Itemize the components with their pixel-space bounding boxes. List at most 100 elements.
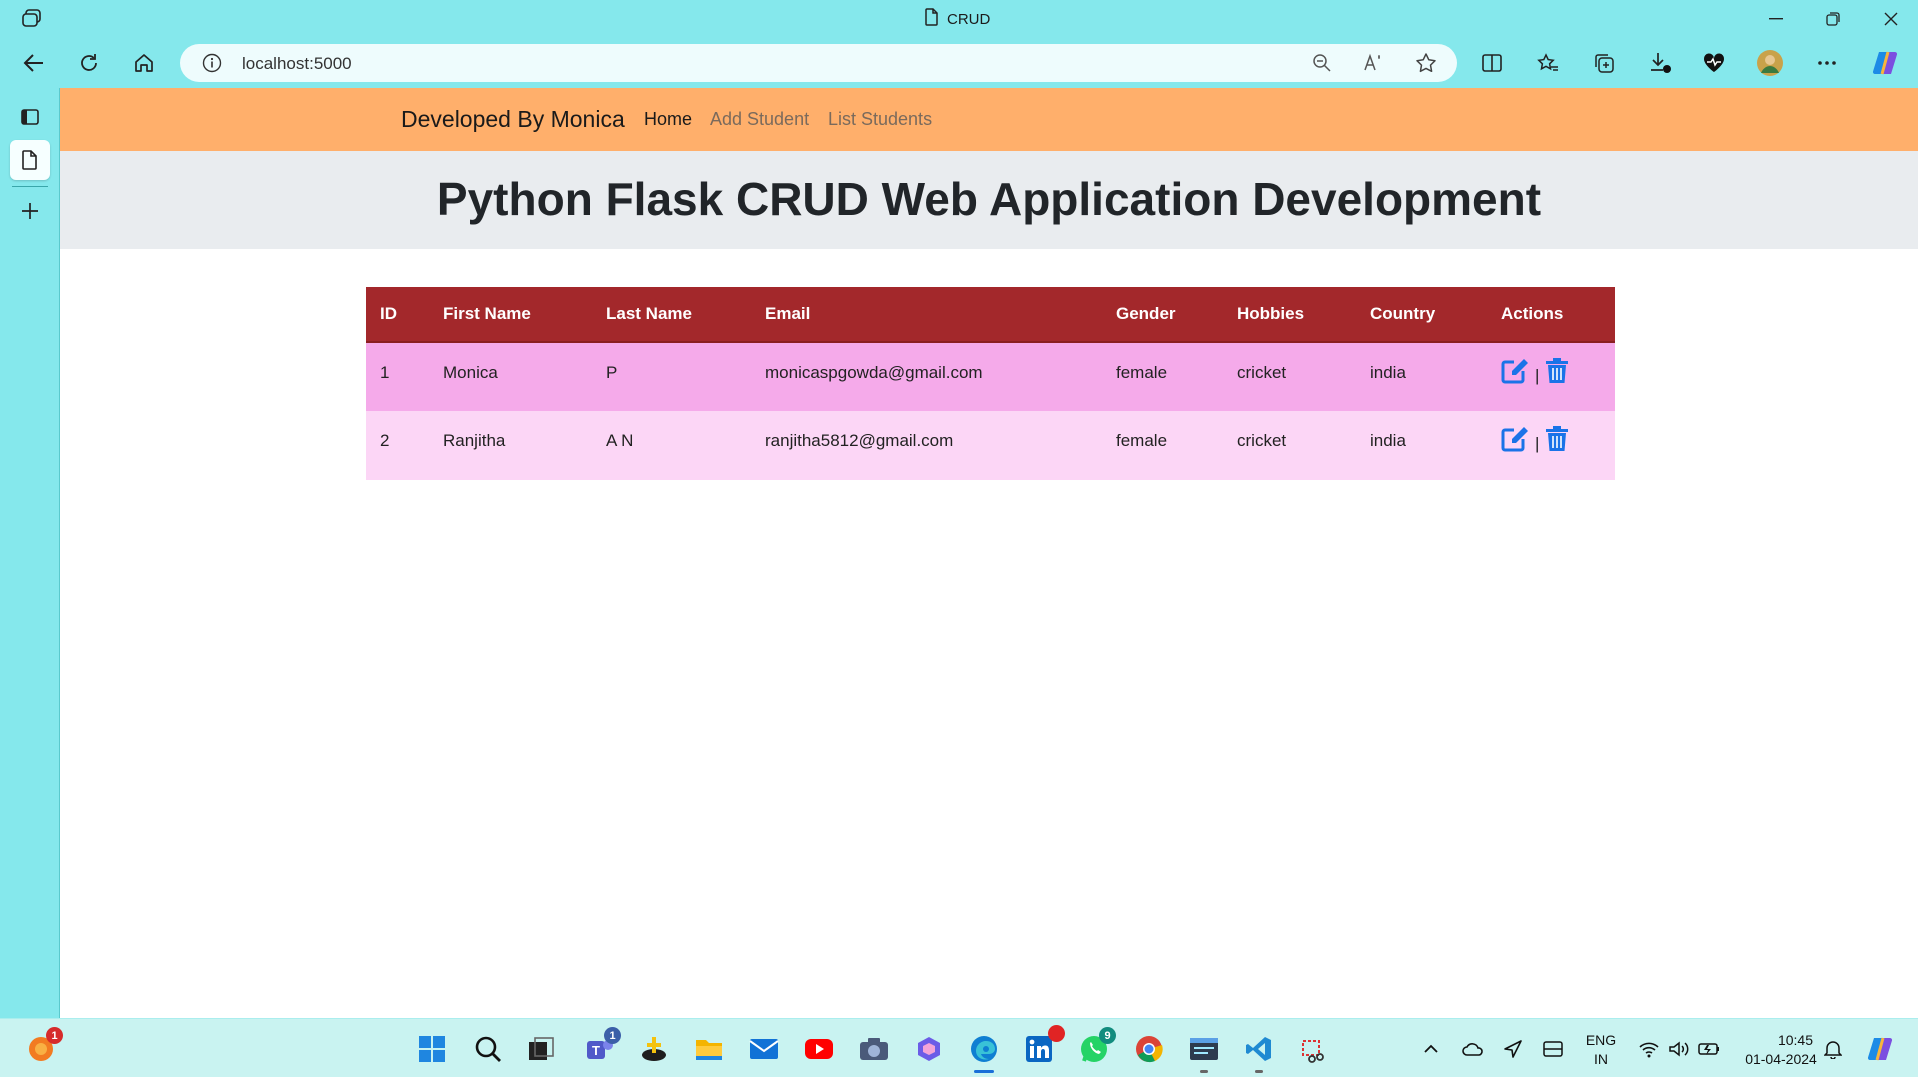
split-screen-icon[interactable] — [1477, 49, 1507, 77]
cell-email: ranjitha5812@gmail.com — [751, 411, 1102, 480]
snipping-tool-icon[interactable] — [1296, 1031, 1332, 1067]
location-icon[interactable] — [1498, 1031, 1528, 1067]
copilot-pre-icon[interactable] — [1862, 1031, 1898, 1067]
onedrive-icon[interactable] — [1458, 1031, 1488, 1067]
back-icon[interactable] — [16, 46, 52, 80]
notification-badge: 9 — [1099, 1027, 1116, 1044]
nav-link-list-students[interactable]: List Students — [828, 109, 932, 130]
cell-hobbies: cricket — [1223, 342, 1356, 411]
new-tab-icon[interactable] — [10, 191, 50, 231]
more-icon[interactable] — [1812, 49, 1842, 77]
running-indicator — [1200, 1070, 1208, 1073]
notifications-bell-icon[interactable] — [1818, 1031, 1848, 1067]
zoom-out-icon[interactable] — [1310, 52, 1334, 74]
terminal-icon[interactable] — [1186, 1031, 1222, 1073]
task-view-icon[interactable] — [523, 1031, 559, 1067]
keyboard-layout-icon[interactable] — [1538, 1031, 1568, 1067]
taskbar: 1 T 1 9 ENG IN 10:45 01-04-2024 — [0, 1018, 1918, 1077]
favorite-star-icon[interactable] — [1414, 52, 1438, 74]
nav-link-home[interactable]: Home — [644, 109, 692, 130]
notification-badge: 1 — [46, 1027, 63, 1044]
restore-icon[interactable] — [1813, 4, 1853, 34]
teams-icon[interactable]: T 1 — [581, 1027, 621, 1067]
navbar-brand[interactable]: Developed By Monica — [401, 106, 625, 133]
windows-start-icon[interactable] — [414, 1031, 450, 1067]
cell-email: monicaspgowda@gmail.com — [751, 342, 1102, 411]
mail-icon[interactable] — [746, 1031, 782, 1067]
profile-avatar-icon[interactable] — [1755, 49, 1785, 77]
chevron-up-icon[interactable] — [1416, 1031, 1446, 1067]
copilot-icon[interactable] — [1870, 49, 1900, 77]
whatsapp-icon[interactable]: 9 — [1076, 1027, 1116, 1067]
tab-actions-icon[interactable] — [10, 97, 50, 137]
edge-icon[interactable] — [966, 1031, 1002, 1073]
column-header: First Name — [429, 287, 592, 343]
column-header: ID — [366, 287, 429, 343]
window-title: CRUD — [925, 8, 990, 29]
battery-icon[interactable] — [1694, 1031, 1724, 1067]
column-header: Actions — [1487, 287, 1615, 343]
notification-dot — [1048, 1025, 1065, 1042]
document-icon[interactable] — [10, 140, 50, 180]
web-page: Developed By Monica Home Add Student Lis… — [60, 88, 1918, 1018]
table-row: 1 Monica P monicaspgowda@gmail.com femal… — [366, 342, 1615, 411]
cell-first-name: Ranjitha — [429, 411, 592, 480]
table-row: 2 Ranjitha A N ranjitha5812@gmail.com fe… — [366, 411, 1615, 480]
notification-badge: 1 — [604, 1027, 621, 1044]
edit-icon[interactable] — [1501, 358, 1529, 389]
cell-last-name: P — [592, 342, 751, 411]
collections-icon[interactable] — [1589, 49, 1619, 77]
cell-last-name: A N — [592, 411, 751, 480]
column-header: Email — [751, 287, 1102, 343]
minimize-icon[interactable] — [1756, 4, 1796, 34]
avatar-icon[interactable]: 1 — [23, 1027, 63, 1067]
camera-icon[interactable] — [856, 1031, 892, 1067]
delete-icon[interactable] — [1545, 425, 1569, 457]
cell-hobbies: cricket — [1223, 411, 1356, 480]
browser-essentials-icon[interactable] — [1699, 49, 1729, 77]
read-aloud-icon[interactable] — [1362, 52, 1386, 74]
cell-country: india — [1356, 411, 1487, 480]
chrome-icon[interactable] — [1131, 1031, 1167, 1067]
workspaces-icon[interactable] — [20, 8, 44, 30]
cell-country: india — [1356, 342, 1487, 411]
action-separator: | — [1535, 366, 1540, 385]
action-separator: | — [1535, 434, 1540, 453]
cell-actions: | — [1487, 342, 1615, 411]
close-icon[interactable] — [1871, 4, 1911, 34]
language-indicator[interactable]: ENG IN — [1580, 1031, 1622, 1069]
edit-icon[interactable] — [1501, 426, 1529, 457]
wifi-icon[interactable] — [1634, 1031, 1664, 1067]
downloads-icon[interactable] — [1645, 49, 1675, 77]
cell-gender: female — [1102, 342, 1223, 411]
address-bar[interactable]: localhost:5000 — [180, 44, 1457, 82]
favorites-icon[interactable] — [1533, 49, 1563, 77]
sidebar-divider — [12, 186, 48, 187]
delete-icon[interactable] — [1545, 357, 1569, 389]
vscode-icon[interactable] — [1241, 1031, 1277, 1073]
cell-gender: female — [1102, 411, 1223, 480]
refresh-icon[interactable] — [71, 46, 107, 80]
file-explorer-icon[interactable] — [691, 1031, 727, 1067]
linkedin-icon[interactable] — [1021, 1025, 1065, 1067]
title-bar: CRUD — [0, 0, 1918, 38]
home-icon[interactable] — [126, 46, 162, 80]
nav-link-add-student[interactable]: Add Student — [710, 109, 809, 130]
clock[interactable]: 10:45 01-04-2024 — [1735, 1031, 1827, 1069]
cell-actions: | — [1487, 411, 1615, 480]
column-header: Gender — [1102, 287, 1223, 343]
youtube-icon[interactable] — [801, 1031, 837, 1067]
copilot-taskbar-icon[interactable] — [911, 1031, 947, 1067]
column-header: Last Name — [592, 287, 751, 343]
site-navbar: Developed By Monica Home Add Student Lis… — [60, 88, 1918, 151]
info-icon[interactable] — [202, 53, 222, 78]
dev-app-icon[interactable] — [636, 1031, 672, 1067]
url-text[interactable]: localhost:5000 — [242, 54, 352, 74]
volume-icon[interactable] — [1664, 1031, 1694, 1067]
page-title: Python Flask CRUD Web Application Develo… — [436, 173, 1542, 225]
cell-id: 2 — [366, 411, 429, 480]
column-header: Country — [1356, 287, 1487, 343]
page-header: Python Flask CRUD Web Application Develo… — [60, 151, 1918, 249]
search-icon[interactable] — [470, 1031, 506, 1067]
active-indicator — [974, 1070, 994, 1073]
